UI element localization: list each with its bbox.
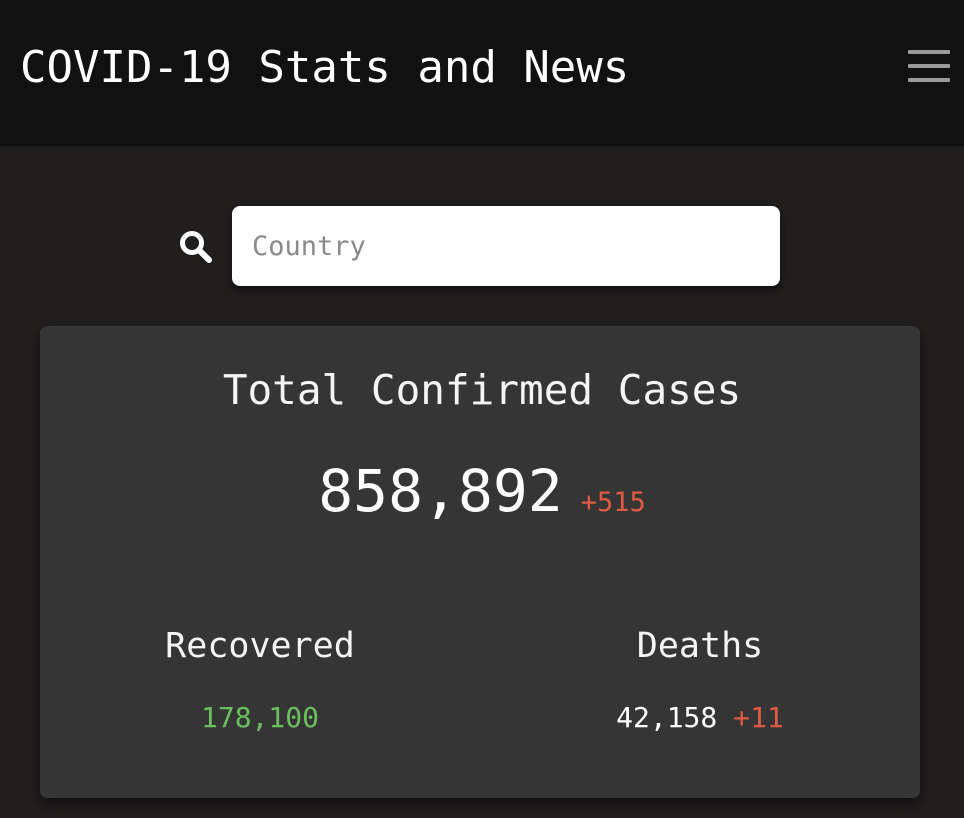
deaths-value-row: 42,158 +11: [480, 698, 920, 738]
deaths-delta: +11: [733, 701, 784, 734]
menu-bar-top: [908, 50, 950, 54]
search-box: [232, 206, 780, 286]
recovered-block: Recovered 178,100: [40, 624, 480, 738]
hamburger-menu-icon[interactable]: [908, 50, 950, 82]
menu-bar-middle: [908, 64, 950, 68]
recovered-value: 178,100: [200, 701, 319, 734]
deaths-block: Deaths 42,158 +11: [480, 624, 920, 738]
deaths-label: Deaths: [636, 626, 764, 666]
total-confirmed-title: Total Confirmed Cases: [222, 366, 742, 414]
total-confirmed-delta: +515: [580, 487, 646, 518]
total-confirmed-value: 858,892: [318, 457, 563, 525]
recovered-value-row: 178,100: [40, 698, 480, 738]
search-icon[interactable]: [178, 229, 214, 265]
country-search-input[interactable]: [232, 206, 780, 286]
menu-bar-bottom: [908, 78, 950, 82]
recovered-label: Recovered: [165, 626, 355, 666]
total-confirmed-row: 858,892 +515: [0, 456, 964, 526]
app-title: COVID-19 Stats and News: [20, 42, 630, 93]
deaths-value: 42,158: [616, 701, 718, 734]
app-header: COVID-19 Stats and News: [0, 0, 964, 146]
